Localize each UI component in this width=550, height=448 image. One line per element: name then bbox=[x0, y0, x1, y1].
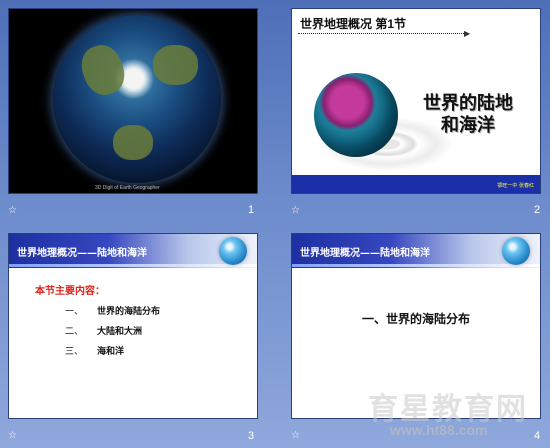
slide-header: 世界地理概况——陆地和海洋 bbox=[300, 248, 430, 259]
slide-transition-icon[interactable]: ☆ bbox=[8, 205, 17, 216]
list-item: 三、 海和洋 bbox=[65, 344, 124, 357]
slide-transition-icon[interactable]: ☆ bbox=[291, 430, 300, 441]
slide-number: 1 bbox=[248, 204, 255, 216]
continent-shape bbox=[113, 125, 153, 160]
author-label: 鄂旺一中 张春红 bbox=[497, 183, 534, 189]
globe-icon bbox=[314, 73, 398, 157]
item-number: 二、 bbox=[65, 327, 84, 337]
header-underline bbox=[9, 264, 257, 267]
slide-thumbnail-3[interactable]: 世界地理概况——陆地和海洋 本节主要内容： 一、 世界的海陆分布 二、 大陆和大洲 … bbox=[8, 233, 258, 419]
slide-thumbnail-2[interactable]: 世界地理概况 第1节 ▶ 世界的陆地 和海洋 鄂旺一中 张春红 bbox=[291, 8, 541, 194]
title-line-2: 和海洋 bbox=[441, 115, 495, 136]
earth-image bbox=[53, 15, 221, 183]
slide-title: 世界的陆地 和海洋 bbox=[408, 93, 528, 137]
item-number: 三、 bbox=[65, 347, 84, 357]
slide-header: 世界地理概况 第1节 bbox=[300, 17, 407, 31]
slide-number: 2 bbox=[534, 204, 541, 216]
list-item: 二、 大陆和大洲 bbox=[65, 324, 142, 337]
header-bar: 世界地理概况——陆地和海洋 bbox=[292, 234, 540, 268]
globe-icon bbox=[502, 237, 530, 265]
title-line-1: 世界的陆地 bbox=[423, 93, 513, 114]
slide-center-title: 一、世界的海陆分布 bbox=[361, 312, 470, 326]
continent-shape bbox=[75, 39, 131, 101]
slide-number: 3 bbox=[248, 430, 255, 442]
earth-caption: 3D Digit of Earth Geographer bbox=[95, 185, 160, 191]
globe-icon bbox=[219, 237, 247, 265]
item-text: 海和洋 bbox=[97, 347, 125, 357]
item-text: 世界的海陆分布 bbox=[97, 307, 161, 317]
slide-transition-icon[interactable]: ☆ bbox=[291, 205, 300, 216]
section-heading: 本节主要内容： bbox=[35, 286, 105, 297]
header-underline bbox=[292, 264, 540, 267]
slide-transition-icon[interactable]: ☆ bbox=[8, 430, 17, 441]
slide-number: 4 bbox=[534, 430, 541, 442]
watermark-url: www.ht88.com bbox=[390, 422, 488, 438]
slide-header: 世界地理概况——陆地和海洋 bbox=[17, 248, 147, 259]
item-text: 大陆和大洲 bbox=[97, 327, 143, 337]
header-bar: 世界地理概况——陆地和海洋 bbox=[9, 234, 257, 268]
item-number: 一、 bbox=[65, 307, 84, 317]
slide-thumbnail-1[interactable]: 3D Digit of Earth Geographer bbox=[8, 8, 258, 194]
continent-shape bbox=[153, 45, 198, 85]
divider bbox=[298, 33, 466, 34]
arrow-right-icon: ▶ bbox=[464, 29, 471, 38]
list-item: 一、 世界的海陆分布 bbox=[65, 304, 160, 317]
